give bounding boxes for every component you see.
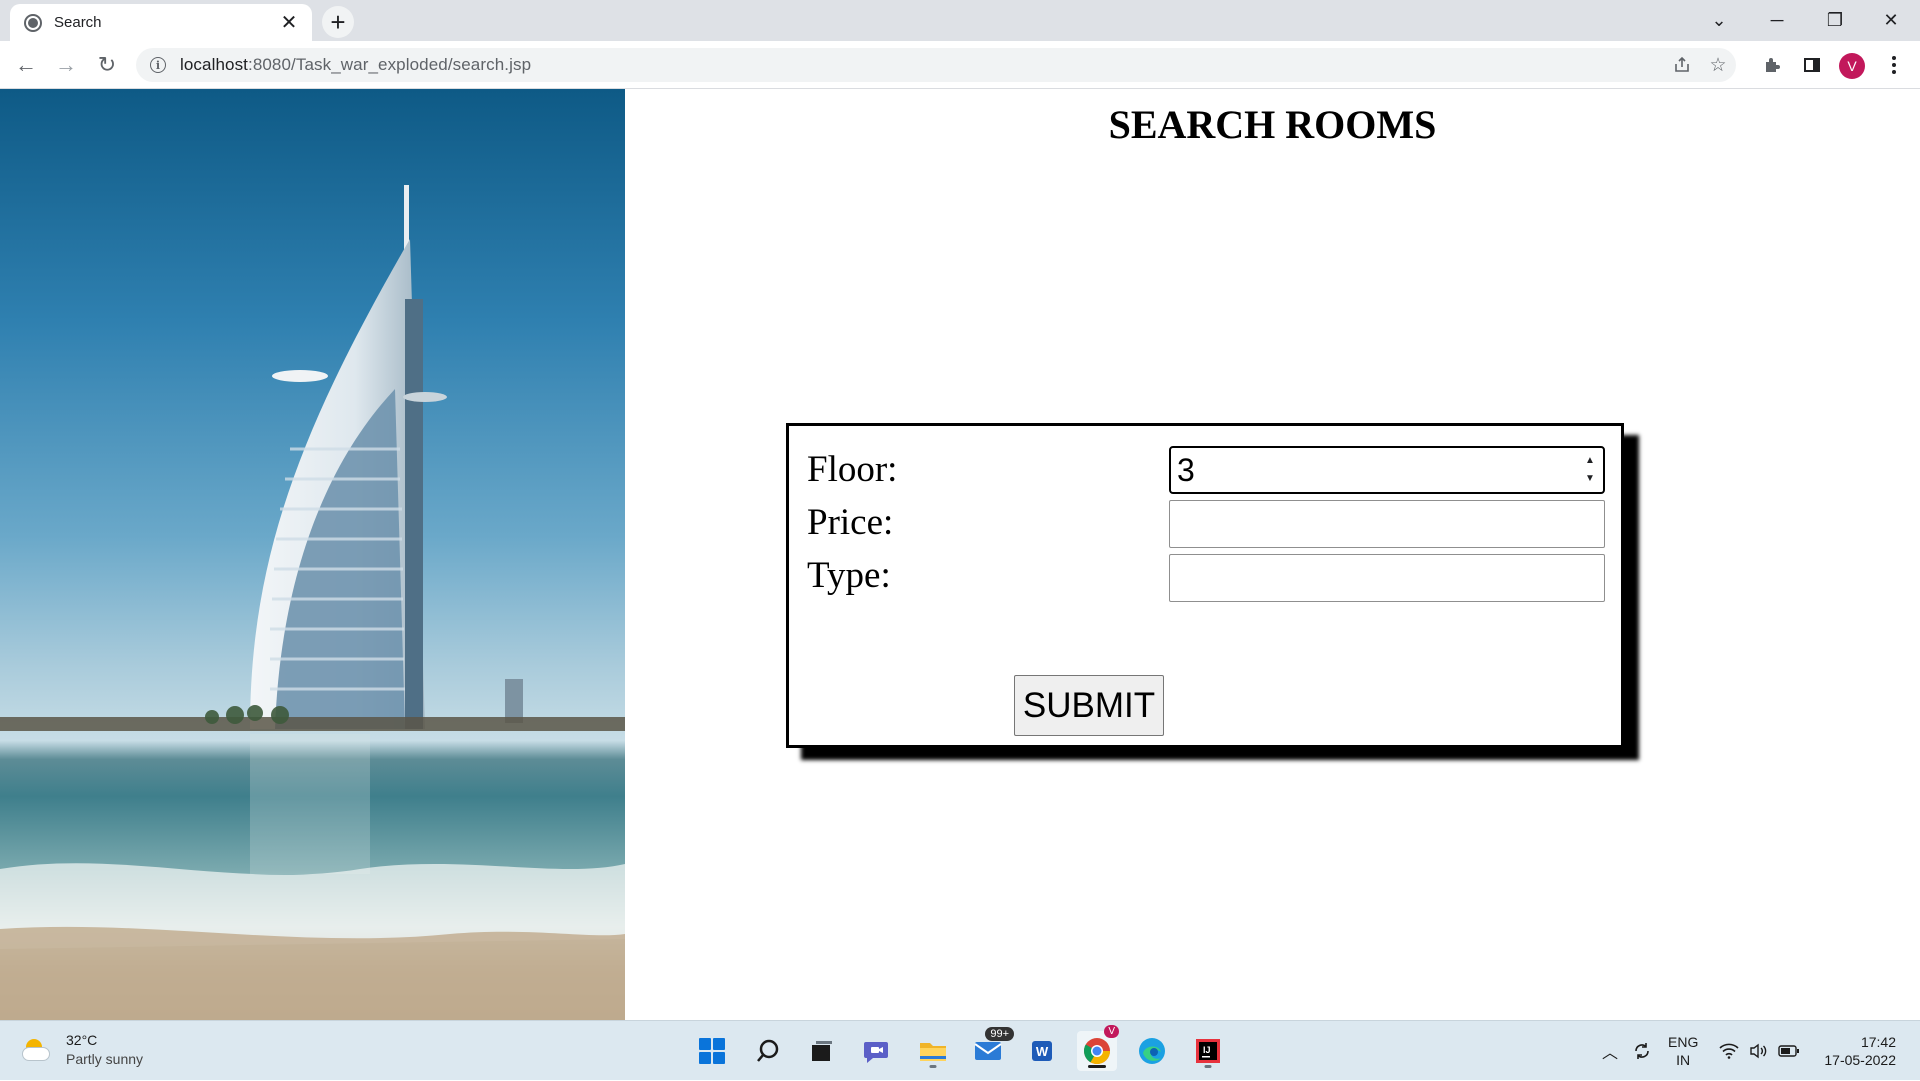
- tab-strip: Search ✕ + ⌄ ─ ❐ ✕: [0, 0, 1920, 41]
- mail-icon[interactable]: 99+: [968, 1027, 1014, 1071]
- tab-title: Search: [54, 14, 102, 31]
- minimize-button[interactable]: ─: [1748, 0, 1806, 41]
- reload-button[interactable]: ↻: [91, 49, 123, 81]
- language-primary: ENG: [1668, 1034, 1699, 1050]
- back-button[interactable]: ←: [10, 49, 42, 81]
- page-viewport: SEARCH ROOMS Floor: 3 ▲ ▼ Price: Type: S…: [0, 89, 1920, 1020]
- svg-text:IJ: IJ: [1203, 1045, 1211, 1055]
- submit-button[interactable]: SUBMIT: [1014, 675, 1164, 736]
- type-input[interactable]: [1169, 554, 1605, 602]
- search-form: Floor: 3 ▲ ▼ Price: Type: SUBMIT: [786, 423, 1624, 748]
- browser-toolbar: ← → ↻ i localhost:8080/Task_war_exploded…: [0, 41, 1920, 89]
- volume-icon[interactable]: [1746, 1021, 1772, 1081]
- floor-label: Floor:: [807, 449, 898, 490]
- language-indicator[interactable]: ENG IN: [1668, 1033, 1698, 1069]
- new-tab-button[interactable]: +: [322, 6, 354, 38]
- floor-number-input[interactable]: 3 ▲ ▼: [1169, 446, 1605, 494]
- language-secondary: IN: [1676, 1052, 1691, 1068]
- kebab-menu-icon[interactable]: [1878, 49, 1910, 81]
- side-panel-icon[interactable]: [1796, 49, 1828, 81]
- profile-avatar[interactable]: V: [1839, 53, 1865, 79]
- clock-date: 17-05-2022: [1824, 1052, 1896, 1068]
- star-icon[interactable]: ☆: [1702, 48, 1734, 82]
- wifi-icon[interactable]: [1716, 1021, 1742, 1081]
- address-bar[interactable]: i localhost:8080/Task_war_exploded/searc…: [136, 48, 1736, 82]
- weather-condition: Partly sunny: [66, 1051, 144, 1067]
- price-input[interactable]: [1169, 500, 1605, 548]
- url-text[interactable]: localhost:8080/Task_war_exploded/search.…: [180, 55, 531, 75]
- intellij-idea-icon[interactable]: IJ: [1188, 1031, 1228, 1071]
- show-hidden-icons-chevron-icon[interactable]: ︿: [1598, 1021, 1622, 1081]
- globe-favicon-icon: [24, 13, 42, 32]
- share-icon[interactable]: [1666, 48, 1698, 82]
- close-window-button[interactable]: ✕: [1862, 0, 1920, 41]
- mail-badge: 99+: [985, 1027, 1014, 1041]
- start-button[interactable]: [692, 1031, 732, 1071]
- page-title: SEARCH ROOMS: [1108, 102, 1437, 147]
- word-icon[interactable]: W: [1022, 1031, 1062, 1071]
- windows-logo-icon: [699, 1038, 725, 1064]
- teams-chat-icon[interactable]: [857, 1031, 897, 1071]
- sync-icon[interactable]: [1628, 1021, 1656, 1081]
- partly-sunny-icon: [22, 1039, 52, 1061]
- spin-down-icon[interactable]: ▼: [1585, 472, 1595, 486]
- chrome-profile-badge: V: [1104, 1025, 1119, 1038]
- forward-button[interactable]: →: [50, 49, 82, 81]
- extensions-icon[interactable]: [1756, 49, 1788, 81]
- clock-time: 17:42: [1860, 1034, 1896, 1050]
- chrome-icon[interactable]: V: [1077, 1025, 1119, 1071]
- battery-icon[interactable]: [1776, 1021, 1802, 1081]
- hotel-hero-image: [0, 89, 625, 1020]
- price-label: Price:: [807, 502, 894, 543]
- type-label: Type:: [807, 555, 891, 596]
- weather-widget[interactable]: 32°C Partly sunny: [22, 1031, 143, 1069]
- search-icon[interactable]: [748, 1031, 788, 1071]
- edge-icon[interactable]: [1132, 1031, 1172, 1071]
- svg-text:W: W: [1036, 1044, 1049, 1059]
- browser-tab[interactable]: Search ✕: [10, 4, 312, 41]
- spin-up-icon[interactable]: ▲: [1585, 454, 1595, 468]
- restore-button[interactable]: ❐: [1806, 0, 1864, 41]
- tab-search-icon[interactable]: ⌄: [1690, 0, 1748, 41]
- file-explorer-icon[interactable]: [913, 1031, 953, 1071]
- weather-temperature: 32°C: [66, 1032, 98, 1048]
- task-view-icon[interactable]: [802, 1031, 842, 1071]
- tab-close-icon[interactable]: ✕: [278, 12, 300, 34]
- windows-taskbar: 32°C Partly sunny 99+ W V IJ ︿ ENG IN 17…: [0, 1020, 1920, 1080]
- floor-value: 3: [1177, 451, 1195, 488]
- site-info-icon[interactable]: i: [150, 57, 166, 73]
- system-clock[interactable]: 17:42 17-05-2022: [1810, 1033, 1896, 1069]
- number-spinner[interactable]: ▲ ▼: [1583, 454, 1597, 486]
